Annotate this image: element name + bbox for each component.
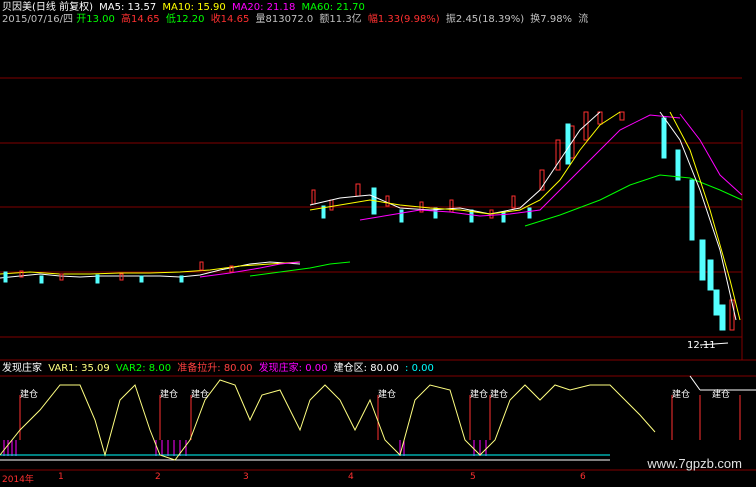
indicator-chart[interactable]: 建仓 建仓 建仓 建仓 建仓 建仓 建仓 建仓 bbox=[0, 0, 756, 487]
jiancang-tag-4: 建仓 bbox=[378, 388, 396, 400]
jiancang-tag-6: 建仓 bbox=[490, 388, 508, 400]
month-5: 5 bbox=[470, 472, 476, 482]
month-3: 3 bbox=[243, 472, 249, 482]
jiancang-tag-2: 建仓 bbox=[160, 388, 178, 400]
jiancang-tag-8: 建仓 bbox=[712, 388, 730, 400]
year-label: 2014年 bbox=[2, 475, 34, 485]
month-4: 4 bbox=[348, 472, 354, 482]
jiancang-tag-1: 建仓 bbox=[20, 388, 38, 400]
jiancang-tag-7: 建仓 bbox=[672, 388, 690, 400]
month-6: 6 bbox=[580, 472, 586, 482]
watermark: www.7gpzb.com bbox=[647, 456, 742, 471]
month-1: 1 bbox=[58, 472, 64, 482]
jiancang-tag-3: 建仓 bbox=[191, 388, 209, 400]
jiancang-tag-5: 建仓 bbox=[470, 388, 488, 400]
month-2: 2 bbox=[155, 472, 161, 482]
